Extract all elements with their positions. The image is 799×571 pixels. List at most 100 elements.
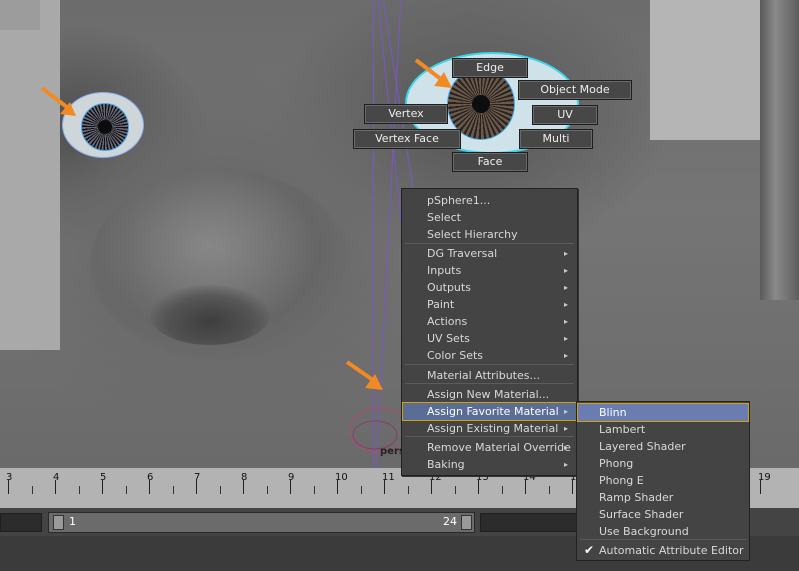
menu-item-label: UV Sets — [427, 332, 470, 345]
checkmark-icon: ✔ — [584, 543, 595, 557]
iris — [81, 103, 129, 151]
frame-tick — [8, 480, 9, 494]
menu-item-label: Remove Material Override — [427, 441, 571, 454]
end-time-field[interactable] — [480, 513, 578, 532]
frame-tick-label: 3 — [6, 472, 13, 483]
range-slider[interactable]: 1 24 — [48, 512, 475, 533]
context-menu-item[interactable]: Actions ▸ — [403, 313, 576, 330]
frame-tick — [337, 480, 338, 494]
context-menu-item[interactable]: Color Sets ▸ — [403, 347, 576, 364]
submenu-item[interactable]: Layered Shader — [578, 438, 748, 455]
menu-item-label: Outputs — [427, 281, 471, 294]
context-menu-item[interactable]: Select — [403, 209, 576, 226]
marking-menu-multi[interactable]: Multi — [519, 129, 593, 149]
range-end-value: 24 — [443, 515, 457, 528]
range-start-value: 1 — [69, 515, 76, 528]
frame-tick-label: 6 — [147, 472, 154, 483]
submenu-item-label: Layered Shader — [599, 440, 686, 453]
marking-menu-vertex-face[interactable]: Vertex Face — [353, 129, 461, 149]
menu-item-label: pSphere1... — [427, 194, 491, 207]
submenu-item[interactable]: Use Background — [578, 523, 748, 540]
3d-viewport[interactable]: pers Edge Object Mode Vertex UV Vertex F… — [0, 0, 799, 468]
context-menu-item[interactable]: Assign New Material... — [403, 386, 576, 403]
submenu-item-label: Blinn — [599, 406, 627, 419]
submenu-item-label: Phong E — [599, 474, 644, 487]
submenu-arrow-icon: ▸ — [563, 460, 568, 469]
menu-item-label: Color Sets — [427, 349, 484, 362]
frame-tick — [384, 480, 385, 494]
frame-subtick — [455, 486, 456, 494]
submenu-arrow-icon: ▸ — [563, 334, 568, 343]
frame-subtick — [314, 486, 315, 494]
context-menu-item[interactable]: Material Attributes... — [403, 367, 576, 384]
context-menu-item[interactable]: Paint ▸ — [403, 296, 576, 313]
context-menu-item[interactable]: Select Hierarchy — [403, 226, 576, 243]
orange-arrow-icon — [414, 58, 452, 88]
frame-tick — [760, 480, 761, 494]
menu-item-label: Baking — [427, 458, 465, 471]
submenu-item[interactable]: Ramp Shader — [578, 489, 748, 506]
context-menu-item[interactable]: Assign Favorite Material ▸ — [402, 402, 577, 421]
frame-subtick — [220, 486, 221, 494]
submenu-item[interactable]: Surface Shader — [578, 506, 748, 523]
frame-tick — [525, 480, 526, 494]
frame-subtick — [502, 486, 503, 494]
range-start-handle[interactable] — [53, 515, 64, 530]
context-menu-item[interactable]: Baking ▸ — [403, 456, 576, 473]
frame-subtick — [173, 486, 174, 494]
marking-menu-uv[interactable]: UV — [532, 105, 598, 125]
frame-subtick — [549, 486, 550, 494]
pupil — [472, 95, 490, 113]
marking-menu-object-mode[interactable]: Object Mode — [518, 80, 632, 100]
marking-menu-vertex[interactable]: Vertex — [364, 104, 448, 124]
menu-item-label: Actions — [427, 315, 468, 328]
frame-tick — [478, 480, 479, 494]
frame-tick — [572, 480, 573, 494]
context-menu-item[interactable]: UV Sets ▸ — [403, 330, 576, 347]
context-menu-item[interactable]: Assign Existing Material ▸ — [403, 420, 576, 437]
submenu-item-label: Use Background — [599, 525, 689, 538]
frame-tick-label: 4 — [53, 472, 60, 483]
submenu-arrow-icon: ▸ — [563, 424, 568, 433]
submenu-item-label: Ramp Shader — [599, 491, 674, 504]
context-menu-item[interactable]: pSphere1... — [403, 192, 576, 209]
submenu-item[interactable]: Lambert — [578, 421, 748, 438]
nostril-shadow — [150, 285, 270, 345]
background-panel — [0, 0, 40, 30]
background-panel — [0, 0, 60, 350]
menu-item-label: Paint — [427, 298, 455, 311]
menu-item-label: Material Attributes... — [427, 369, 540, 382]
submenu-item-label: Automatic Attribute Editor — [599, 544, 744, 557]
context-menu-item[interactable]: Outputs ▸ — [403, 279, 576, 296]
submenu-item[interactable]: Phong E — [578, 472, 748, 489]
ear-mesh — [760, 0, 799, 300]
submenu-arrow-icon: ▸ — [563, 266, 568, 275]
frame-tick — [243, 480, 244, 494]
submenu-arrow-icon: ▸ — [563, 351, 568, 360]
favorite-material-submenu: Blinn Lambert Layered Shader Phong Phong E Ra… — [576, 401, 750, 561]
pupil — [98, 120, 112, 134]
menu-item-label: Select — [427, 211, 461, 224]
submenu-arrow-icon: ▸ — [563, 300, 568, 309]
menu-item-label: DG Traversal — [427, 247, 498, 260]
submenu-arrow-icon: ▸ — [563, 317, 568, 326]
context-menu-item[interactable]: DG Traversal ▸ — [403, 245, 576, 262]
menu-item-label: Inputs — [427, 264, 462, 277]
submenu-item-label: Surface Shader — [599, 508, 684, 521]
menu-item-label: Assign New Material... — [427, 388, 550, 401]
frame-tick — [149, 480, 150, 494]
frame-tick — [55, 480, 56, 494]
frame-subtick — [32, 486, 33, 494]
range-end-handle[interactable] — [461, 515, 472, 530]
frame-subtick — [126, 486, 127, 494]
submenu-item[interactable]: Blinn — [577, 403, 749, 422]
context-menu-item[interactable]: Inputs ▸ — [403, 262, 576, 279]
menu-separator — [405, 243, 574, 244]
context-menu-item[interactable]: Remove Material Override ▸ — [403, 439, 576, 456]
marking-menu-face[interactable]: Face — [452, 152, 528, 172]
frame-subtick — [361, 486, 362, 494]
marking-menu-edge[interactable]: Edge — [452, 58, 528, 78]
submenu-item[interactable]: Phong — [578, 455, 748, 472]
start-time-field[interactable] — [0, 513, 42, 532]
submenu-item[interactable]: ✔ Automatic Attribute Editor — [578, 542, 748, 559]
